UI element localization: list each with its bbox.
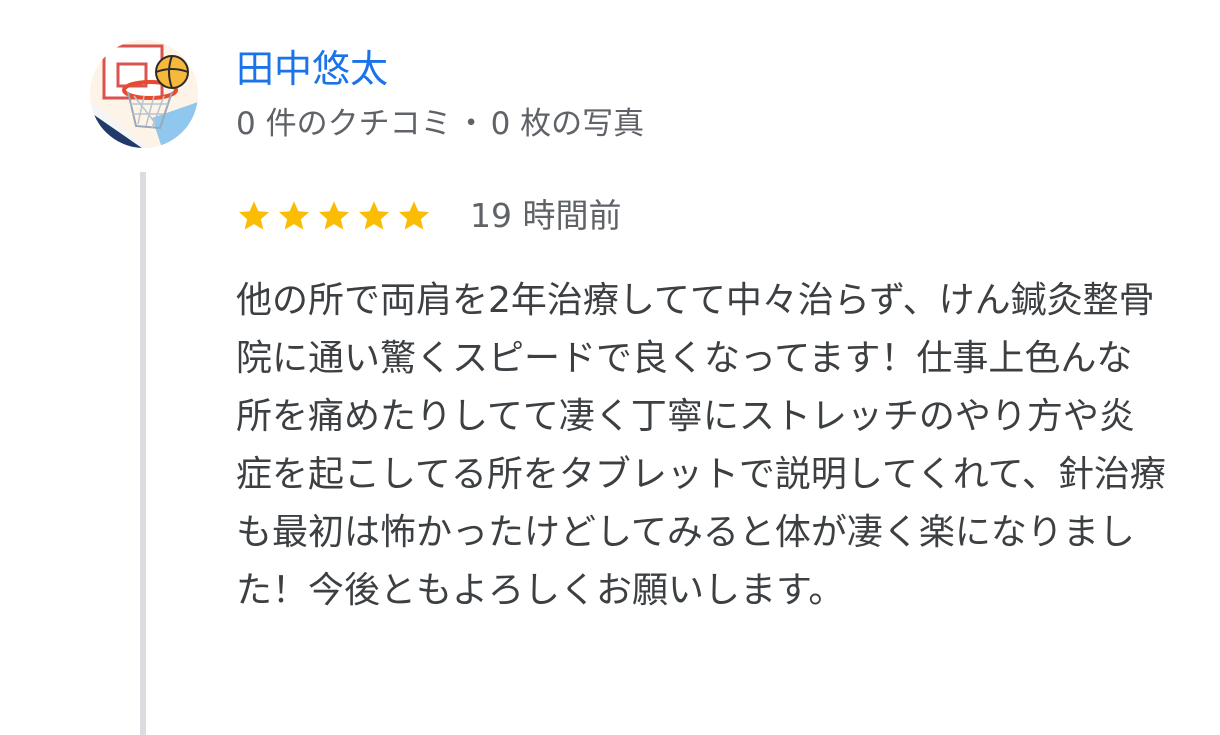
meta-separator: ・ [455,106,487,142]
star-icon [396,198,432,234]
author-name[interactable]: 田中悠太 [236,46,388,92]
author-avatar[interactable] [90,40,198,148]
basketball-hoop-avatar-icon [90,40,198,148]
author-stats: 0 件のクチコミ・ 0 枚の写真 [236,104,644,144]
star-rating [236,198,432,234]
reviews-count: 0 件のクチコミ [236,106,452,142]
photos-count: 0 枚の写真 [490,106,645,142]
thread-divider [140,172,146,735]
star-icon [356,198,392,234]
review-text: 他の所で両肩を2年治療してて中々治らず、けん鍼灸整骨院に通い驚くスピードで良くな… [236,280,1166,611]
star-icon [236,198,272,234]
star-icon [316,198,352,234]
rating-row: 19 時間前 [236,194,621,238]
review-card: 田中悠太 0 件のクチコミ・ 0 枚の写真 19 時間前 他の所で両肩を2年治療し… [0,0,1220,735]
review-time: 19 時間前 [470,196,622,235]
star-icon [276,198,312,234]
